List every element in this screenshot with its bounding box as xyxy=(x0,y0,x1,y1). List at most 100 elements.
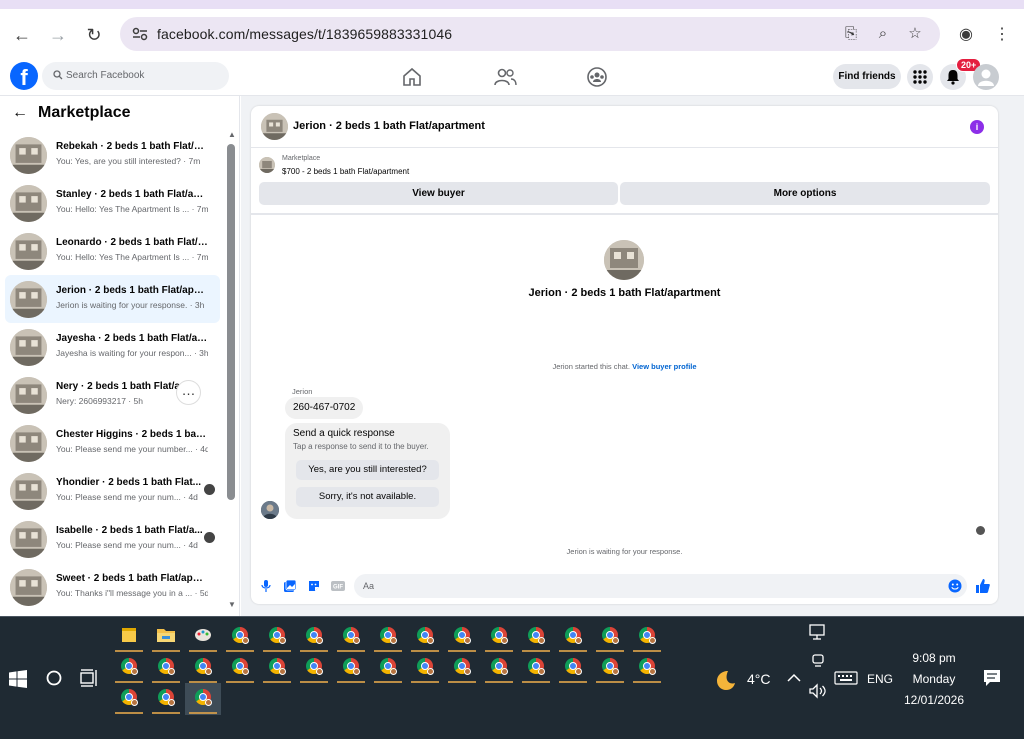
chrome-taskbar-icon[interactable] xyxy=(444,621,480,653)
chat-title[interactable]: Jerion · 2 beds 1 bath Flat/apartment xyxy=(293,120,485,132)
chrome-taskbar-icon[interactable] xyxy=(222,652,258,684)
buyer-avatar[interactable] xyxy=(604,240,644,280)
conversation-item[interactable]: Leonardo · 2 beds 1 bath Flat/a... You: H… xyxy=(5,227,220,275)
chrome-taskbar-icon[interactable] xyxy=(629,621,665,653)
forward-icon[interactable]: → xyxy=(47,24,69,46)
profile-badge-icon xyxy=(649,637,656,644)
scroll-down-arrow-icon[interactable]: ▼ xyxy=(228,600,236,609)
windows-start-icon[interactable] xyxy=(9,670,27,688)
task-view-icon[interactable] xyxy=(80,669,99,687)
address-bar[interactable]: facebook.com/messages/t/1839659883331046… xyxy=(120,17,940,51)
chrome-taskbar-icon[interactable] xyxy=(407,621,443,653)
microphone-icon[interactable] xyxy=(260,580,272,592)
info-icon[interactable]: i xyxy=(970,120,984,134)
bookmark-star-icon[interactable]: ☆ xyxy=(906,25,924,43)
chrome-taskbar-icon[interactable] xyxy=(111,652,147,684)
find-friends-button[interactable]: Find friends xyxy=(833,64,901,89)
profile-icon[interactable]: ◉ xyxy=(955,24,977,46)
chrome-taskbar-icon[interactable] xyxy=(259,652,295,684)
conversation-item[interactable]: Chester Higgins · 2 beds 1 bath... You: P… xyxy=(5,419,220,467)
thumbs-up-icon[interactable] xyxy=(976,579,990,593)
chrome-taskbar-icon[interactable] xyxy=(111,683,147,715)
chrome-taskbar-icon[interactable] xyxy=(222,621,258,653)
install-app-icon[interactable]: ⎘ xyxy=(842,25,860,43)
facebook-logo-icon[interactable]: f xyxy=(10,62,38,90)
conversation-item[interactable]: Rebekah · 2 beds 1 bath Flat/ap... You: Y… xyxy=(5,131,220,179)
quick-response-yes-button[interactable]: Yes, are you still interested? xyxy=(296,460,439,480)
more-options-button[interactable]: More options xyxy=(620,182,990,205)
menu-kebab-icon[interactable]: ⋮ xyxy=(991,24,1013,46)
chrome-taskbar-icon[interactable] xyxy=(259,621,295,653)
volume-icon[interactable] xyxy=(808,683,828,699)
input-language[interactable]: ENG xyxy=(867,672,893,686)
chrome-taskbar-icon[interactable] xyxy=(185,652,221,684)
groups-icon[interactable] xyxy=(585,66,609,88)
chrome-taskbar-icon[interactable] xyxy=(592,621,628,653)
chrome-taskbar-icon[interactable] xyxy=(296,652,332,684)
conversation-item[interactable]: Jayesha · 2 beds 1 bath Flat/ap... Jayesh… xyxy=(5,323,220,371)
chrome-taskbar-icon[interactable] xyxy=(148,652,184,684)
conversation-item[interactable]: Yhondier · 2 beds 1 bath Flat... You: Ple… xyxy=(5,467,220,515)
more-options-dots-icon[interactable]: … xyxy=(176,380,201,405)
chrome-taskbar-icon[interactable] xyxy=(370,621,406,653)
chrome-taskbar-icon[interactable] xyxy=(629,652,665,684)
emoji-icon[interactable] xyxy=(948,579,962,593)
conversation-item[interactable]: Stanley · 2 beds 1 bath Flat/apa... You: … xyxy=(5,179,220,227)
chrome-taskbar-icon[interactable] xyxy=(148,683,184,715)
conversation-item[interactable]: Jerion · 2 beds 1 bath Flat/apar... Jerio… xyxy=(5,275,220,323)
sticky-notes-taskbar-icon[interactable] xyxy=(111,621,147,653)
back-icon[interactable]: ← xyxy=(11,24,33,46)
zoom-icon[interactable]: ⌕ xyxy=(874,25,892,43)
listing-title[interactable]: $700 - 2 beds 1 bath Flat/apartment xyxy=(282,167,409,176)
conversation-item[interactable]: Isabelle · 2 beds 1 bath Flat/a... You: P… xyxy=(5,515,220,563)
photo-icon[interactable] xyxy=(284,580,296,592)
view-buyer-profile-link[interactable]: View buyer profile xyxy=(632,362,696,371)
chat-avatar[interactable] xyxy=(261,113,288,140)
cortana-search-icon[interactable] xyxy=(46,670,62,686)
paint-taskbar-icon[interactable] xyxy=(185,621,221,653)
show-hidden-icons-chevron-icon[interactable] xyxy=(786,672,802,684)
listing-thumbnail[interactable] xyxy=(259,157,275,173)
chrome-taskbar-icon[interactable] xyxy=(555,621,591,653)
view-buyer-button[interactable]: View buyer xyxy=(259,182,618,205)
chrome-taskbar-icon[interactable] xyxy=(518,652,554,684)
quick-response-sorry-button[interactable]: Sorry, it's not available. xyxy=(296,487,439,507)
chrome-taskbar-icon[interactable] xyxy=(481,621,517,653)
back-arrow-icon[interactable]: ← xyxy=(12,104,28,122)
search-input[interactable]: Search Facebook xyxy=(42,62,229,90)
chrome-taskbar-icon[interactable] xyxy=(296,621,332,653)
profile-badge-icon xyxy=(612,637,619,644)
touch-keyboard-icon[interactable] xyxy=(834,670,858,686)
site-info-icon[interactable] xyxy=(132,26,148,42)
conversation-item[interactable]: Sweet · 2 beds 1 bath Flat/apar... You: T… xyxy=(5,563,220,611)
network-monitor-icon[interactable] xyxy=(808,623,828,641)
reload-icon[interactable]: ↻ xyxy=(83,24,105,46)
scroll-up-arrow-icon[interactable]: ▲ xyxy=(228,130,236,139)
menu-grid-icon[interactable] xyxy=(907,64,933,90)
sender-small-avatar[interactable] xyxy=(261,501,279,519)
account-avatar[interactable] xyxy=(973,64,999,90)
chrome-taskbar-icon[interactable] xyxy=(185,683,221,715)
chrome-taskbar-icon[interactable] xyxy=(333,652,369,684)
action-center-icon[interactable] xyxy=(983,669,1001,687)
chrome-taskbar-icon[interactable] xyxy=(518,621,554,653)
chrome-taskbar-icon[interactable] xyxy=(407,652,443,684)
chrome-taskbar-icon[interactable] xyxy=(481,652,517,684)
chrome-taskbar-icon[interactable] xyxy=(592,652,628,684)
weather-moon-icon[interactable] xyxy=(714,669,738,691)
sidebar-scrollbar[interactable] xyxy=(227,144,235,500)
message-input[interactable]: Aa xyxy=(354,574,967,598)
chrome-taskbar-icon[interactable] xyxy=(370,652,406,684)
clock[interactable]: 9:08 pm Monday 12/01/2026 xyxy=(895,648,973,711)
message-bubble[interactable]: 260-467-0702 xyxy=(285,397,364,419)
meet-now-icon[interactable] xyxy=(810,653,826,669)
sticker-icon[interactable] xyxy=(308,580,320,592)
chrome-taskbar-icon[interactable] xyxy=(333,621,369,653)
chrome-taskbar-icon[interactable] xyxy=(555,652,591,684)
file-explorer-taskbar-icon[interactable] xyxy=(148,621,184,653)
home-icon[interactable] xyxy=(400,66,424,88)
chrome-taskbar-icon[interactable] xyxy=(444,652,480,684)
gif-icon[interactable]: GIF xyxy=(331,580,345,592)
weather-temperature[interactable]: 4°C xyxy=(747,671,771,687)
friends-icon[interactable] xyxy=(493,66,517,88)
